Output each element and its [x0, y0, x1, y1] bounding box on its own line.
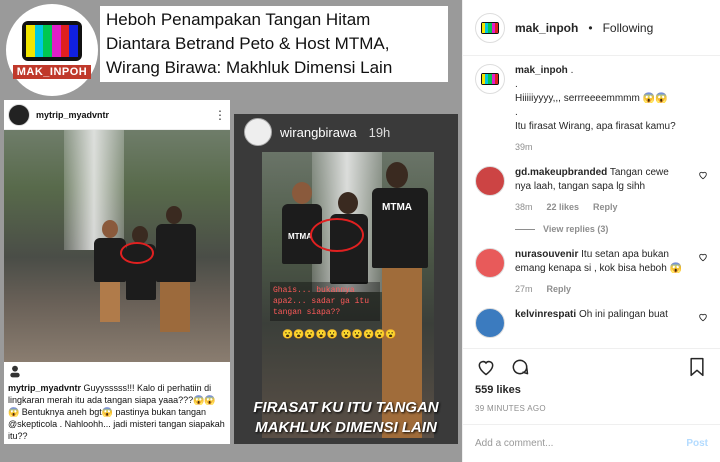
person-body	[156, 224, 196, 282]
avatar[interactable]	[475, 248, 505, 278]
person-head	[166, 206, 182, 224]
avatar[interactable]	[475, 308, 505, 338]
red-circle-highlight	[120, 242, 154, 264]
post-image[interactable]: MAK_INPOH Heboh Penampakan Tangan Hitam …	[0, 0, 462, 462]
person-head	[386, 162, 408, 188]
person-head	[102, 220, 118, 238]
post-actions	[463, 348, 720, 384]
shirt-text: MTMA	[382, 202, 412, 213]
embedded-photo	[4, 130, 230, 362]
reply-button[interactable]: Reply	[593, 200, 618, 214]
header-username[interactable]: mak_inpoh	[515, 21, 578, 35]
view-replies-label: View replies (3)	[543, 224, 609, 234]
instagram-post-view: MAK_INPOH Heboh Penampakan Tangan Hitam …	[0, 0, 720, 462]
posted-time[interactable]: 39 MINUTES AGO	[463, 400, 720, 418]
story-bottom-line: FIRASAT KU ITU TANGAN	[253, 399, 439, 416]
comment-username[interactable]: gd.makeupbranded	[515, 167, 607, 178]
caption-line: .	[515, 107, 518, 118]
story-username: wirangbirawa	[280, 124, 357, 140]
story-bottom-line: MAKHLUK DIMENSI LAIN	[255, 419, 437, 436]
tv-logo-icon	[481, 21, 499, 34]
comment-text: Oh ini palingan buat	[578, 309, 668, 320]
tv-logo-icon	[481, 73, 499, 85]
comments-list[interactable]: mak_inpoh . . Hiiiiiyyyy,,, serrreeeemmm…	[463, 56, 720, 348]
add-comment-bar: Post	[463, 424, 720, 462]
person-body	[94, 238, 126, 282]
caption-body: mak_inpoh . . Hiiiiiyyyy,,, serrreeeemmm…	[515, 64, 708, 154]
comment-meta: 27m Reply	[515, 282, 686, 296]
comment-item: gd.makeupbranded Tangan cewe nya laah, t…	[475, 166, 708, 236]
story-photo: MTMA MTMA Ghais... bukannya apa2... sada…	[262, 152, 434, 438]
embedded-action-row	[4, 362, 230, 382]
caption-username[interactable]: mak_inpoh	[515, 65, 568, 76]
story-time: 19h	[368, 124, 391, 140]
comment-username[interactable]: kelvinrespati	[515, 309, 576, 320]
image-headline: Heboh Penampakan Tangan Hitam Diantara B…	[100, 6, 448, 82]
comment-time[interactable]: 38m	[515, 200, 533, 214]
story-header: wirangbirawa 19h	[234, 114, 458, 150]
embedded-post-header: mytrip_myadvntr ⋮	[4, 100, 230, 130]
comment-meta: 38m 22 likes Reply	[515, 200, 686, 214]
red-circle-highlight	[310, 218, 364, 252]
headline-line: Wirang Birawa: Makhluk Dimensi Lain	[106, 58, 393, 77]
post-button[interactable]: Post	[686, 438, 708, 449]
person-legs	[160, 282, 190, 332]
story-avatar	[244, 118, 272, 146]
following-button[interactable]: Following	[603, 21, 654, 35]
comment-body: gd.makeupbranded Tangan cewe nya laah, t…	[515, 166, 708, 236]
emoji-row: 😮😮😮😮😮 😮😮😮😮😮	[282, 329, 397, 339]
likes-count[interactable]: 559 likes	[463, 384, 720, 400]
caption-line: Itu firasat Wirang, apa firasat kamu?	[515, 121, 676, 132]
story-bottom-text: FIRASAT KU ITU TANGAN MAKHLUK DIMENSI LA…	[238, 398, 454, 438]
comment-input[interactable]	[475, 438, 687, 449]
comment-time[interactable]: 27m	[515, 282, 533, 296]
avatar[interactable]	[475, 64, 505, 94]
caption-line: Hiiiiiyyyy,,, serrreeeemmmm 😱😱	[515, 93, 668, 104]
comment-body: nurasouvenir Itu setan apa bukan emang k…	[515, 248, 708, 296]
heart-icon[interactable]	[698, 252, 708, 262]
embedded-post-screenshot: mytrip_myadvntr ⋮ mytrip_myadvntr Guyyss…	[4, 100, 230, 444]
avatar[interactable]	[475, 166, 505, 196]
comment-item: kelvinrespati Oh ini palingan buat	[475, 308, 708, 338]
comment-icon[interactable]	[509, 356, 531, 378]
person-body	[372, 188, 428, 268]
bookmark-icon[interactable]	[686, 356, 708, 378]
comment-likes[interactable]: 22 likes	[547, 200, 580, 214]
comment-body: kelvinrespati Oh ini palingan buat	[515, 308, 708, 338]
heart-icon[interactable]	[698, 312, 708, 322]
comment-item: nurasouvenir Itu setan apa bukan emang k…	[475, 248, 708, 296]
caption-comment: mak_inpoh . . Hiiiiiyyyy,,, serrreeeemmm…	[475, 64, 708, 154]
user-icon	[10, 365, 20, 378]
heart-icon[interactable]	[698, 170, 708, 180]
person-head	[292, 182, 312, 204]
divider	[515, 228, 535, 230]
post-sidebar: mak_inpoh • Following mak_inpoh . . Hiii…	[462, 0, 720, 462]
comment-username[interactable]: nurasouvenir	[515, 249, 578, 260]
caption-time[interactable]: 39m	[515, 140, 533, 154]
person-head	[338, 192, 358, 214]
caption-meta: 39m	[515, 140, 686, 154]
story-caption: Ghais... bukannya apa2... sadar ga itu t…	[270, 282, 380, 321]
headline-line: Diantara Betrand Peto & Host MTMA,	[106, 34, 390, 53]
shirt-text: MTMA	[288, 232, 312, 241]
embedded-avatar	[8, 103, 30, 126]
person-legs	[100, 282, 120, 322]
tv-logo-icon	[22, 21, 82, 61]
heart-icon[interactable]	[475, 356, 497, 378]
embedded-caption-user: mytrip_myadvntr	[8, 383, 82, 393]
more-icon: ⋮	[214, 107, 226, 122]
post-header: mak_inpoh • Following	[463, 0, 720, 56]
caption-line: .	[515, 79, 518, 90]
embedded-username: mytrip_myadvntr	[36, 109, 110, 120]
embedded-story-screenshot: wirangbirawa 19h MTMA MTMA Ghais... buka…	[234, 114, 458, 444]
reply-button[interactable]: Reply	[547, 282, 572, 296]
caption-line: .	[570, 65, 574, 76]
avatar[interactable]	[475, 12, 505, 43]
embedded-caption: mytrip_myadvntr Guyysssss!!! Kalo di per…	[4, 382, 230, 442]
header-separator: •	[588, 20, 593, 35]
view-replies-button[interactable]: View replies (3)	[515, 222, 686, 236]
logo-text: MAK_INPOH	[12, 65, 92, 79]
mak-inpoh-logo: MAK_INPOH	[6, 4, 98, 96]
headline-line: Heboh Penampakan Tangan Hitam	[106, 10, 371, 29]
